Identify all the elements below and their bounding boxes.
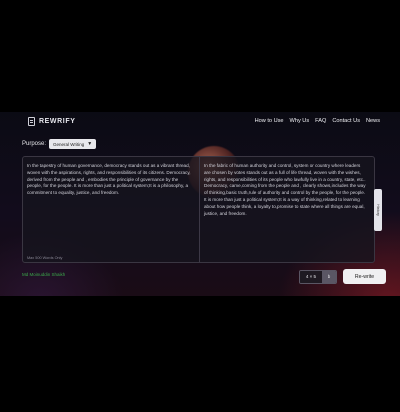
stepper-button[interactable]: b	[322, 270, 336, 283]
purpose-dropdown[interactable]: General Writing ▼	[49, 139, 97, 149]
document-icon	[28, 117, 35, 126]
history-tab-label: History	[376, 204, 381, 216]
letterbox-bottom	[0, 296, 400, 412]
input-textarea[interactable]: In the tapestry of human governance, dem…	[27, 163, 193, 197]
purpose-row: Purpose: General Writing ▼	[22, 139, 97, 149]
bottom-controls: 4 × 5 b Re-write	[299, 269, 386, 284]
nav-link-how-to-use[interactable]: How to Use	[255, 118, 284, 124]
nav-links: How to Use Why Us FAQ Contact Us News	[255, 118, 380, 124]
editor-panel: In the tapestry of human governance, dem…	[22, 156, 382, 263]
caret-down-icon: ▼	[87, 141, 93, 147]
app-stage: REWRIFY How to Use Why Us FAQ Contact Us…	[0, 112, 400, 296]
rewrite-button[interactable]: Re-write	[343, 269, 386, 284]
output-text[interactable]: In the fabric of human authority and con…	[204, 163, 368, 217]
top-nav: REWRIFY How to Use Why Us FAQ Contact Us…	[0, 112, 400, 134]
author-watermark: Md Moinuddin Shaikh	[22, 272, 66, 277]
history-tab[interactable]: History	[374, 189, 382, 231]
nav-link-faq[interactable]: FAQ	[315, 118, 326, 124]
purpose-label: Purpose:	[22, 141, 47, 147]
logo-text: REWRIFY	[39, 118, 76, 125]
stepper-value[interactable]: 4 × 5	[300, 270, 322, 283]
purpose-selected-value: General Writing	[53, 141, 85, 147]
logo[interactable]: REWRIFY	[28, 117, 75, 126]
nav-link-why-us[interactable]: Why Us	[290, 118, 310, 124]
letterbox-top	[0, 0, 400, 112]
max-words-hint: Max 500 Words Only	[27, 256, 63, 260]
nav-link-news[interactable]: News	[366, 118, 380, 124]
captcha-stepper: 4 × 5 b	[299, 269, 337, 284]
pane-divider	[199, 157, 200, 262]
nav-link-contact-us[interactable]: Contact Us	[332, 118, 360, 124]
